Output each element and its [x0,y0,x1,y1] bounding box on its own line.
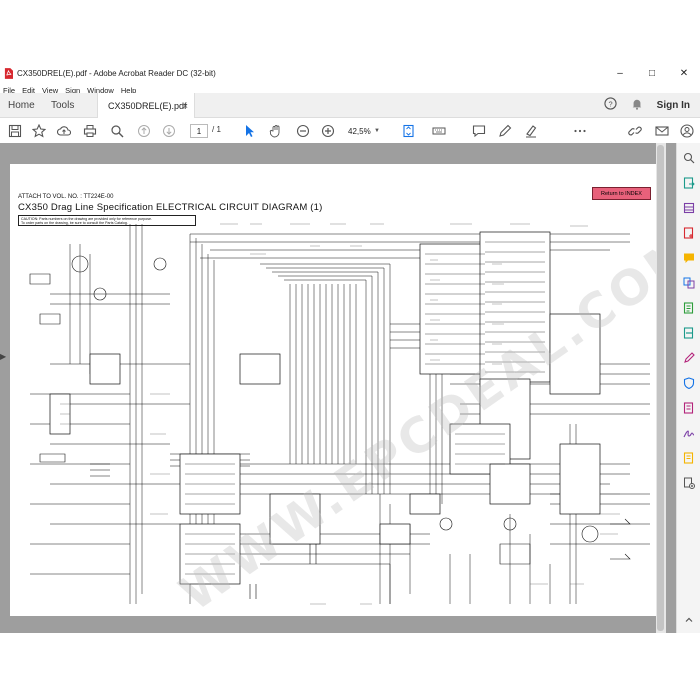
page-total: / 1 [212,125,221,134]
edit-pdf-icon[interactable] [682,301,696,315]
more-icon[interactable] [571,122,589,140]
bell-icon[interactable] [631,97,643,115]
fill-sign-icon[interactable] [682,351,696,365]
protect-icon[interactable] [682,376,696,390]
zoom-out-icon[interactable] [294,122,312,140]
print-icon[interactable] [81,122,99,140]
help-icon[interactable]: ? [604,96,617,115]
hand-icon[interactable] [267,122,285,140]
scan-ocr-icon[interactable] [682,326,696,340]
chevron-down-icon: ▼ [374,128,380,134]
comment-icon[interactable] [682,251,696,265]
page-number-input[interactable]: 1 [190,124,208,138]
tab-home[interactable]: Home [8,93,35,118]
vertical-scrollbar[interactable] [656,143,666,633]
document-viewport[interactable]: WWW.EPCDEAL.COM ATTACH TO VOL. NO. : TT2… [0,143,676,633]
maximize-button[interactable]: □ [636,63,668,83]
tab-bar: Home Tools CX350DREL(E).pdf × ? Sign In [0,93,700,118]
tab-document[interactable]: CX350DREL(E).pdf × [97,93,195,118]
close-tab-icon[interactable]: × [183,101,188,111]
account-icon[interactable] [678,122,696,140]
minimize-button[interactable]: – [604,63,636,83]
scrollbar-thumb[interactable] [657,145,664,631]
right-tools-panel [676,143,700,633]
arrow-down-icon[interactable] [160,122,178,140]
organize-pages-icon[interactable] [682,201,696,215]
svg-text:?: ? [608,99,612,108]
highlight-icon[interactable] [522,122,540,140]
pen-icon[interactable] [496,122,514,140]
arrow-up-icon[interactable] [135,122,153,140]
title-bar: CX350DREL(E).pdf - Adobe Acrobat Reader … [0,63,700,83]
diagram-title: CX350 Drag Line Specification ELECTRICAL… [18,202,323,213]
keyboard-icon[interactable] [430,122,448,140]
email-icon[interactable] [653,122,671,140]
chevron-left-icon[interactable]: ▶ [0,352,6,361]
tab-tools[interactable]: Tools [51,93,74,118]
caution-note: CAUTION: Parts numbers on the drawing ar… [18,215,196,226]
combine-files-icon[interactable] [682,276,696,290]
save-icon[interactable] [6,122,24,140]
comment-icon[interactable] [470,122,488,140]
star-icon[interactable] [30,122,48,140]
tab-bar-right: ? Sign In [604,93,690,118]
pdf-page: WWW.EPCDEAL.COM ATTACH TO VOL. NO. : TT2… [10,164,656,616]
app-window: CX350DREL(E).pdf - Adobe Acrobat Reader … [0,0,700,700]
sign-in-button[interactable]: Sign In [657,100,690,111]
close-button[interactable]: ✕ [668,63,700,83]
more-tools-icon[interactable] [682,476,696,490]
zoom-select[interactable]: 42,5% ▼ [344,124,382,138]
window-controls: – □ ✕ [604,63,700,83]
attach-note: ATTACH TO VOL. NO. : TT224E-00 [18,194,114,200]
fit-page-icon[interactable] [400,122,418,140]
cloud-upload-icon[interactable] [55,122,73,140]
window-title: CX350DREL(E).pdf - Adobe Acrobat Reader … [17,68,216,78]
sign-icon[interactable] [682,426,696,440]
toolbar: 1 / 1 42,5% ▼ [0,118,700,144]
zoom-value: 42,5% [348,126,371,136]
search-icon[interactable] [108,122,126,140]
pdf-logo-icon [3,67,14,79]
search-icon[interactable] [682,151,696,165]
create-pdf-icon[interactable] [682,226,696,240]
document-tab-label: CX350DREL(E).pdf [108,100,187,111]
export-pdf-icon[interactable] [682,176,696,190]
zoom-in-icon[interactable] [319,122,337,140]
circuit-diagram [29,223,650,605]
cursor-icon[interactable] [241,122,259,140]
return-to-index-button[interactable]: Return to INDEX [592,187,651,200]
prepare-form-icon[interactable] [682,401,696,415]
collapse-panel-icon[interactable] [682,613,696,627]
link-icon[interactable] [626,122,644,140]
caution-line-2: To order parts on the drawing, be sure t… [21,221,128,226]
send-for-comments-icon[interactable] [682,451,696,465]
